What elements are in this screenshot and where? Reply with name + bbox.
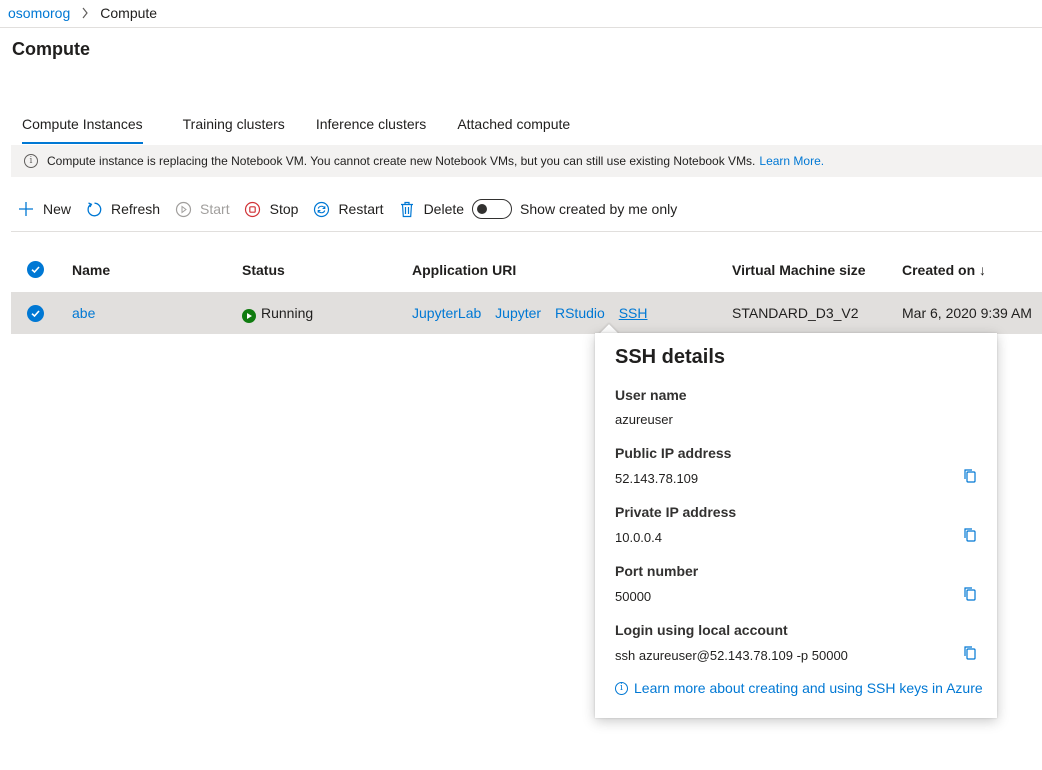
username-label: User name <box>615 387 687 403</box>
chevron-right-icon <box>70 7 100 19</box>
plus-icon <box>17 200 35 218</box>
created-by-me-toggle[interactable] <box>472 199 513 219</box>
refresh-icon <box>85 200 103 218</box>
tab-training-clusters[interactable]: Training clusters <box>173 110 295 144</box>
restart-button[interactable]: Restart <box>312 200 384 218</box>
tab-compute-instances[interactable]: Compute Instances <box>12 110 143 144</box>
ssh-link[interactable]: SSH <box>619 305 648 321</box>
breadcrumb-workspace-link[interactable]: osomorog <box>8 5 70 21</box>
restart-button-label: Restart <box>338 201 384 217</box>
ssh-keys-learn-more-link[interactable]: i Learn more about creating and using SS… <box>615 680 983 696</box>
private-ip-label: Private IP address <box>615 504 737 520</box>
table-header: Name Status Application URI Virtual Mach… <box>11 256 1042 284</box>
new-button[interactable]: New <box>17 200 71 218</box>
port-number-label: Port number <box>615 563 699 579</box>
toggle-label: Show created by me only <box>520 201 678 217</box>
trash-icon <box>398 200 416 218</box>
jupyterlab-link[interactable]: JupyterLab <box>412 305 481 321</box>
banner-learn-more-link[interactable]: Learn More. <box>759 154 824 168</box>
login-command-label: Login using local account <box>615 622 788 638</box>
delete-button-label: Delete <box>423 201 465 217</box>
table-row[interactable]: abe Running JupyterLab Jupyter RStudio S… <box>11 292 1042 334</box>
callout-title: SSH details <box>615 346 726 368</box>
ssh-details-callout: SSH details User name azureuser Public I… <box>595 333 997 718</box>
restart-icon <box>312 200 330 218</box>
banner-text: Compute instance is replacing the Notebo… <box>47 154 756 168</box>
select-all-checkbox[interactable] <box>27 261 44 278</box>
username-value: azureuser <box>615 412 673 427</box>
learn-more-text: Learn more about creating and using SSH … <box>634 680 983 696</box>
toolbar-divider <box>11 231 1042 232</box>
running-icon <box>242 309 256 323</box>
info-icon: i <box>615 681 628 695</box>
vm-size-cell: STANDARD_D3_V2 <box>732 305 859 321</box>
info-icon: i <box>24 154 38 168</box>
status-text: Running <box>261 305 314 321</box>
delete-button[interactable]: Delete <box>398 200 464 218</box>
column-header-vm-size[interactable]: Virtual Machine size <box>732 262 866 278</box>
refresh-button[interactable]: Refresh <box>85 200 160 218</box>
breadcrumb: osomorog Compute <box>8 4 157 22</box>
public-ip-value: 52.143.78.109 <box>615 471 699 486</box>
start-button[interactable]: Start <box>174 200 230 218</box>
instance-name-link[interactable]: abe <box>72 305 95 321</box>
checkmark-icon <box>31 310 40 318</box>
port-number-value: 50000 <box>615 589 652 604</box>
column-header-name[interactable]: Name <box>72 262 110 278</box>
copy-port-icon[interactable] <box>962 586 978 602</box>
refresh-button-label: Refresh <box>111 201 161 217</box>
private-ip-value: 10.0.0.4 <box>615 530 662 545</box>
stop-button-label: Stop <box>269 201 299 217</box>
column-header-created-on[interactable]: Created on ↓ <box>902 262 986 278</box>
application-uri-cell: JupyterLab Jupyter RStudio SSH <box>412 305 657 321</box>
stop-button[interactable]: Stop <box>244 200 299 218</box>
created-on-cell: Mar 6, 2020 9:39 AM <box>902 305 1032 321</box>
tab-inference-clusters[interactable]: Inference clusters <box>306 110 437 144</box>
stop-circle-icon <box>244 200 262 218</box>
breadcrumb-current: Compute <box>100 5 158 21</box>
checkmark-icon <box>31 266 40 274</box>
copy-public-ip-icon[interactable] <box>962 468 978 484</box>
play-circle-icon <box>174 200 192 218</box>
row-checkbox[interactable] <box>27 305 44 322</box>
new-button-label: New <box>43 201 72 217</box>
copy-private-ip-icon[interactable] <box>962 527 978 543</box>
column-header-application-uri[interactable]: Application URI <box>412 262 516 278</box>
command-bar: New Refresh Start Stop Restart Delete Sh… <box>17 198 677 220</box>
start-button-label: Start <box>200 201 230 217</box>
column-header-status[interactable]: Status <box>242 262 285 278</box>
header-divider <box>0 27 1042 28</box>
copy-login-command-icon[interactable] <box>962 645 978 661</box>
public-ip-label: Public IP address <box>615 445 732 461</box>
tab-attached-compute[interactable]: Attached compute <box>447 110 580 144</box>
toggle-knob <box>477 204 488 214</box>
status-cell: Running <box>242 305 313 323</box>
info-banner: i Compute instance is replacing the Note… <box>11 145 1042 177</box>
login-command-value: ssh azureuser@52.143.78.109 -p 50000 <box>615 648 848 663</box>
rstudio-link[interactable]: RStudio <box>555 305 605 321</box>
tab-list: Compute Instances Training clusters Infe… <box>12 110 591 144</box>
page-title: Compute <box>12 39 90 59</box>
jupyter-link[interactable]: Jupyter <box>495 305 541 321</box>
